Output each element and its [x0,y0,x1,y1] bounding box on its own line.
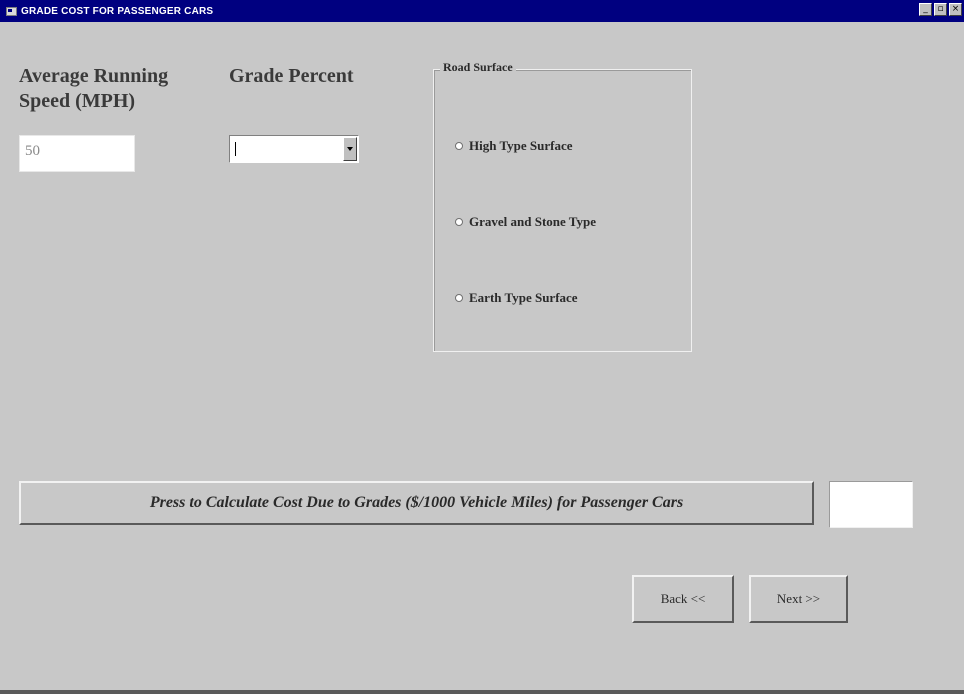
dropdown-button[interactable] [343,137,357,161]
radio-circle-icon[interactable] [455,142,463,150]
grade-percent-select[interactable] [229,135,359,163]
title-bar: GRADE COST FOR PASSENGER CARS _ ▫ × [0,0,964,22]
radio-label: Earth Type Surface [469,290,578,305]
radio-label: Gravel and Stone Type [469,214,597,229]
calculate-cost-button[interactable]: Press to Calculate Cost Due to Grades ($… [19,481,814,525]
app-window: GRADE COST FOR PASSENGER CARS _ ▫ × Aver… [0,0,964,694]
radio-label: High Type Surface [469,138,573,153]
maximize-button[interactable]: ▫ [934,3,947,16]
radio-gravel-and-stone-type[interactable]: Gravel and Stone Type [455,214,596,230]
window-controls: _ ▫ × [919,3,962,16]
window-title: GRADE COST FOR PASSENGER CARS [21,5,214,17]
radio-circle-icon[interactable] [455,218,463,226]
app-icon [6,6,17,16]
chevron-down-icon [347,147,353,151]
back-button[interactable]: Back << [632,575,734,623]
road-surface-legend: Road Surface [440,60,516,75]
radio-earth-type-surface[interactable]: Earth Type Surface [455,290,578,306]
next-button[interactable]: Next >> [749,575,848,623]
close-button[interactable]: × [949,3,962,16]
cost-result-field[interactable] [829,481,913,528]
text-cursor [235,142,236,156]
road-surface-group [433,69,692,352]
grade-label: Grade Percent [229,65,354,87]
minimize-button[interactable]: _ [919,3,932,16]
radio-circle-icon[interactable] [455,294,463,302]
speed-label: Average Running Speed (MPH) [19,65,169,112]
window-bottom-border [0,690,964,694]
speed-input[interactable]: 50 [19,135,135,172]
radio-high-type-surface[interactable]: High Type Surface [455,138,573,154]
